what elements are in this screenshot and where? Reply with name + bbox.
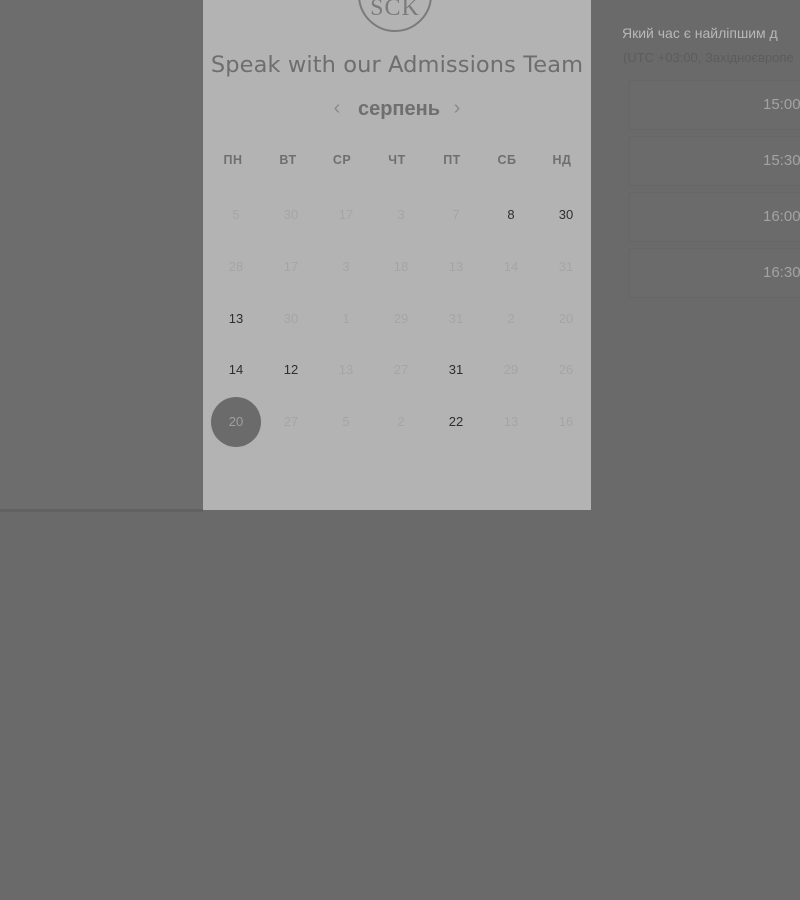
- calendar-day[interactable]: 8: [486, 190, 536, 240]
- calendar-day: 30: [283, 311, 299, 326]
- calendar-day: 29: [393, 311, 409, 326]
- calendar-day: 31: [558, 259, 574, 274]
- time-slot-2[interactable]: 15:30: [629, 136, 800, 186]
- time-question: Який час є найліпшим д: [622, 25, 778, 41]
- time-slot-1[interactable]: 15:00: [629, 80, 800, 130]
- time-selection-panel: Який час є найліпшим д (UTC +03:00, Захі…: [591, 0, 800, 510]
- calendar-day[interactable]: 14: [211, 345, 261, 395]
- calendar-day-selected[interactable]: 20: [211, 397, 261, 447]
- calendar-day: 31: [448, 311, 464, 326]
- calendar-day: 2: [397, 414, 405, 429]
- calendar-day: 13: [503, 414, 519, 429]
- calendar-day: 5: [232, 207, 240, 222]
- page: SCK Speak with our Admissions Team ‹ сер…: [0, 0, 800, 900]
- calendar-day: 27: [393, 362, 409, 377]
- calendar-day: 13: [448, 259, 464, 274]
- calendar-day[interactable]: 22: [431, 397, 481, 447]
- time-slot-label: 15:30: [763, 152, 800, 169]
- left-panel-divider: [0, 509, 203, 512]
- calendar-day: 17: [338, 207, 354, 222]
- calendar-day[interactable]: 12: [266, 345, 316, 395]
- calendar-day: 1: [342, 311, 350, 326]
- calendar-day: 14: [503, 259, 519, 274]
- calendar-day: 5: [342, 414, 350, 429]
- calendar-day: 20: [558, 311, 574, 326]
- calendar-day: 3: [397, 207, 405, 222]
- calendar-day[interactable]: 30: [541, 190, 591, 240]
- calendar-day: 2: [507, 311, 515, 326]
- calendar-day: 28: [228, 259, 244, 274]
- calendar-day: 18: [393, 259, 409, 274]
- calendar-grid: 5 30 17 3 7 8 30 28 17 3 18 13 14 31 13 30 1 29 31 2 20 14 12 1…: [203, 0, 591, 510]
- calendar-day[interactable]: 13: [211, 294, 261, 344]
- calendar-day: 26: [558, 362, 574, 377]
- left-panel: [0, 0, 203, 510]
- calendar-day: 16: [558, 414, 574, 429]
- calendar-day: 30: [283, 207, 299, 222]
- time-slot-label: 15:00: [763, 96, 800, 113]
- calendar-day: 13: [338, 362, 354, 377]
- booking-card: SCK Speak with our Admissions Team ‹ сер…: [203, 0, 591, 510]
- calendar-day: 17: [283, 259, 299, 274]
- calendar-day[interactable]: 31: [431, 345, 481, 395]
- time-slot-label: 16:30: [763, 264, 800, 281]
- calendar-day: 27: [283, 414, 299, 429]
- calendar-day: 7: [452, 207, 460, 222]
- time-slot-4[interactable]: 16:30: [629, 248, 800, 298]
- timezone-note: (UTC +03:00, Західноєвропе: [623, 50, 794, 65]
- calendar-day: 29: [503, 362, 519, 377]
- time-slot-label: 16:00: [763, 208, 800, 225]
- time-slot-3[interactable]: 16:00: [629, 192, 800, 242]
- calendar-day: 3: [342, 259, 350, 274]
